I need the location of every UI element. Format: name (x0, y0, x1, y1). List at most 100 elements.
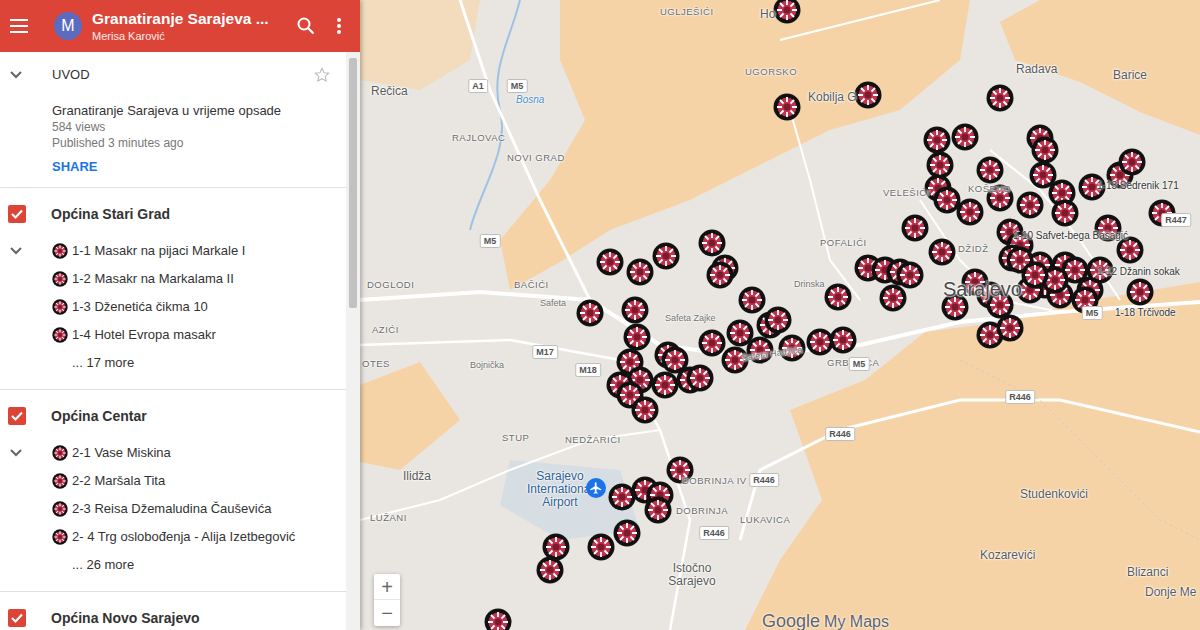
explosion-pin-icon[interactable] (621, 296, 649, 324)
explosion-pin-icon[interactable] (623, 323, 651, 351)
explosion-pin-icon[interactable] (773, 0, 801, 24)
explosion-pin-icon[interactable] (928, 238, 956, 266)
search-icon[interactable] (297, 17, 315, 35)
layer-header[interactable]: Općina Stari Grad (0, 200, 346, 228)
explosion-pin-icon[interactable] (854, 81, 882, 109)
chevron-icon[interactable] (0, 71, 32, 79)
pin-label: 1-18 Trčivode (1115, 305, 1176, 320)
scrollbar-thumb[interactable] (349, 58, 357, 308)
layer-item[interactable]: 1-1 Masakr na pijaci Markale I (52, 237, 346, 265)
layer-item[interactable]: 1-3 Dženetića čikma 10 (52, 293, 346, 321)
explosion-pin-icon[interactable] (698, 229, 726, 257)
menu-button[interactable] (0, 18, 40, 34)
star-icon[interactable] (310, 67, 334, 83)
explosion-pin-icon[interactable] (651, 371, 679, 399)
explosion-pin-icon[interactable] (686, 364, 714, 392)
explosion-pin-icon[interactable] (587, 533, 615, 561)
explosion-pin-icon[interactable] (652, 242, 680, 270)
explosion-pin-icon[interactable] (1118, 148, 1146, 176)
layer-section: Općina Centar 2-1 Vase Miskina 2-2 Maršala… (0, 390, 346, 592)
explosion-pin-icon[interactable] (698, 329, 726, 357)
layer-item[interactable]: 2-2 Maršala Tita (52, 467, 346, 495)
road-shield: M5 (507, 79, 528, 93)
explosion-pin-icon[interactable] (644, 496, 672, 524)
layer-header[interactable]: Općina Novo Sarajevo (0, 604, 346, 630)
place-label: Sarajevo (943, 274, 1022, 304)
explosion-pin-icon[interactable] (976, 156, 1004, 184)
explosion-pin-icon[interactable] (1021, 261, 1049, 289)
scrollbar[interactable] (346, 52, 360, 630)
street-label: Bojnička (470, 359, 504, 373)
explosion-pin-icon[interactable] (879, 284, 907, 312)
explosion-pin-icon[interactable] (1016, 191, 1044, 219)
zoom-out-button[interactable]: − (374, 600, 400, 626)
layer-checkbox[interactable] (8, 205, 26, 223)
place-label: LUKAVICA (740, 513, 790, 527)
chevron-icon[interactable] (0, 439, 52, 467)
layer-item-label: 2-2 Maršala Tita (72, 471, 165, 491)
map[interactable]: RečicaUGLJEŠIĆIHoUGORSKORadavaBariceKobi… (360, 0, 1200, 630)
explosion-pin-icon[interactable] (923, 126, 951, 154)
explosion-pin-icon[interactable] (951, 123, 979, 151)
layer-item[interactable]: 1-2 Masakr na Markalama II (52, 265, 346, 293)
intro-header[interactable]: UVOD (0, 63, 346, 87)
explosion-pin-icon[interactable] (901, 214, 929, 242)
explosion-pin-icon[interactable] (829, 326, 857, 354)
layer-item[interactable]: 2-1 Vase Miskina (52, 439, 346, 467)
layer-item[interactable]: 1-4 Hotel Evropa masakr (52, 321, 346, 349)
layer-item-label: 2-3 Reisa Džemaludina Čauševića (72, 499, 271, 519)
explosion-pin-icon[interactable] (1051, 199, 1079, 227)
place-label: Ho (760, 5, 775, 23)
explosion-pin-icon[interactable] (996, 314, 1024, 342)
place-label: Radava (1016, 60, 1057, 78)
explosion-pin-icon[interactable] (956, 198, 984, 226)
place-label: Kobilja G (808, 88, 857, 106)
explosion-pin-icon[interactable] (706, 261, 734, 289)
explosion-pin-icon[interactable] (631, 396, 659, 424)
map-title[interactable]: Granatiranje Sarajeva ... (92, 9, 286, 29)
search-button[interactable] (286, 17, 326, 35)
layer-item-label: 2-1 Vase Miskina (72, 443, 171, 463)
place-label: DOGLODI (367, 278, 414, 292)
explosion-pin-icon[interactable] (626, 258, 654, 286)
more-link[interactable]: ... 26 more (52, 551, 346, 579)
menu-icon[interactable] (10, 18, 30, 34)
zoom-in-button[interactable]: + (374, 574, 400, 600)
layer-checkbox[interactable] (8, 609, 26, 627)
layer-item-label: 1-4 Hotel Evropa masakr (72, 325, 216, 345)
intro-info: Granatiranje Sarajeva u vrijeme opsade58… (0, 102, 346, 175)
explosion-pin-icon[interactable] (484, 608, 512, 630)
explosion-pin-icon[interactable] (536, 556, 564, 584)
more-button[interactable] (326, 18, 352, 34)
airport-marker[interactable] (586, 478, 606, 498)
pin-label: 1-10 Safvet-bega Bašagić (1013, 228, 1128, 243)
layer-item[interactable]: 2- 4 Trg oslobođenja - Alija Izetbegović (52, 523, 346, 551)
explosion-pin-icon[interactable] (986, 84, 1014, 112)
explosion-pin-icon[interactable] (896, 261, 924, 289)
layer-checkbox[interactable] (8, 407, 26, 425)
road-shield: R446 (1005, 390, 1035, 404)
explosion-pin-icon[interactable] (542, 533, 570, 561)
layer-item[interactable]: 2-3 Reisa Džemaludina Čauševića (52, 495, 346, 523)
road-shield: M17 (532, 345, 558, 359)
explosion-pin-icon[interactable] (773, 93, 801, 121)
chevron-icon[interactable] (0, 237, 52, 265)
explosion-pin-icon (52, 299, 68, 315)
explosion-pin-icon[interactable] (824, 283, 852, 311)
pin-layer (360, 0, 1200, 630)
explosion-pin-icon[interactable] (613, 519, 641, 547)
map-title-block: Granatiranje Sarajeva ... Merisa Karović (92, 9, 286, 43)
explosion-pin-icon[interactable] (764, 306, 792, 334)
explosion-pin-icon[interactable] (738, 286, 766, 314)
explosion-pin-icon[interactable] (1031, 136, 1059, 164)
explosion-pin-icon[interactable] (576, 299, 604, 327)
avatar[interactable]: M (54, 12, 82, 40)
road-shield: R447 (1161, 213, 1191, 227)
kebab-icon[interactable] (337, 18, 341, 34)
more-link[interactable]: ... 17 more (52, 349, 346, 377)
layer-header[interactable]: Općina Centar (0, 402, 346, 430)
layer-name: Općina Stari Grad (51, 204, 170, 225)
share-button[interactable]: SHARE (52, 158, 346, 175)
explosion-pin-icon[interactable] (1126, 278, 1154, 306)
explosion-pin-icon[interactable] (596, 248, 624, 276)
